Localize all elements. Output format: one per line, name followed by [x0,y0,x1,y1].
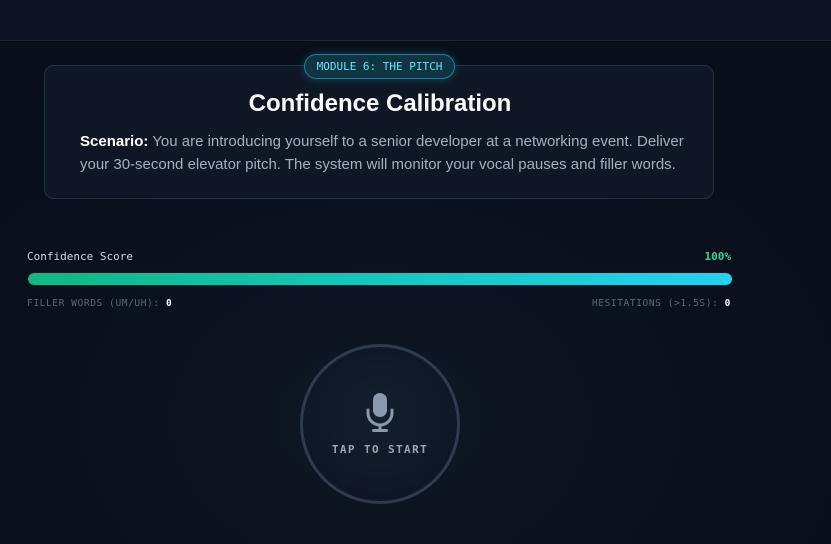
confidence-progress-fill [28,273,732,285]
module-badge: MODULE 6: THE PITCH [304,54,455,79]
hesitations-stat: HESITATIONS (>1.5S): 0 [592,298,731,309]
top-bar [0,0,831,41]
scenario-label: Scenario: [80,133,149,150]
hesitations-label: HESITATIONS (>1.5S): [591,298,719,309]
filler-words-count: 0 [166,298,173,309]
microphone-icon [366,393,394,432]
filler-words-stat: FILLER WORDS (UM/UH): 0 [27,298,172,309]
hesitations-count: 0 [724,298,731,309]
filler-words-label: FILLER WORDS (UM/UH): [27,298,160,309]
scenario-text: You are introducing yourself to a senior… [80,133,684,173]
scenario-description: Scenario: You are introducing yourself t… [80,130,690,176]
confidence-progress-bar [28,273,732,285]
tap-to-start-label: TAP TO START [331,443,429,456]
confidence-score-value: 100% [704,250,732,263]
tap-to-start-button[interactable]: TAP TO START [300,344,460,504]
page-title: Confidence Calibration [248,90,512,117]
confidence-score-label: Confidence Score [27,250,133,263]
scenario-card: Confidence Calibration Scenario: You are… [44,65,714,199]
